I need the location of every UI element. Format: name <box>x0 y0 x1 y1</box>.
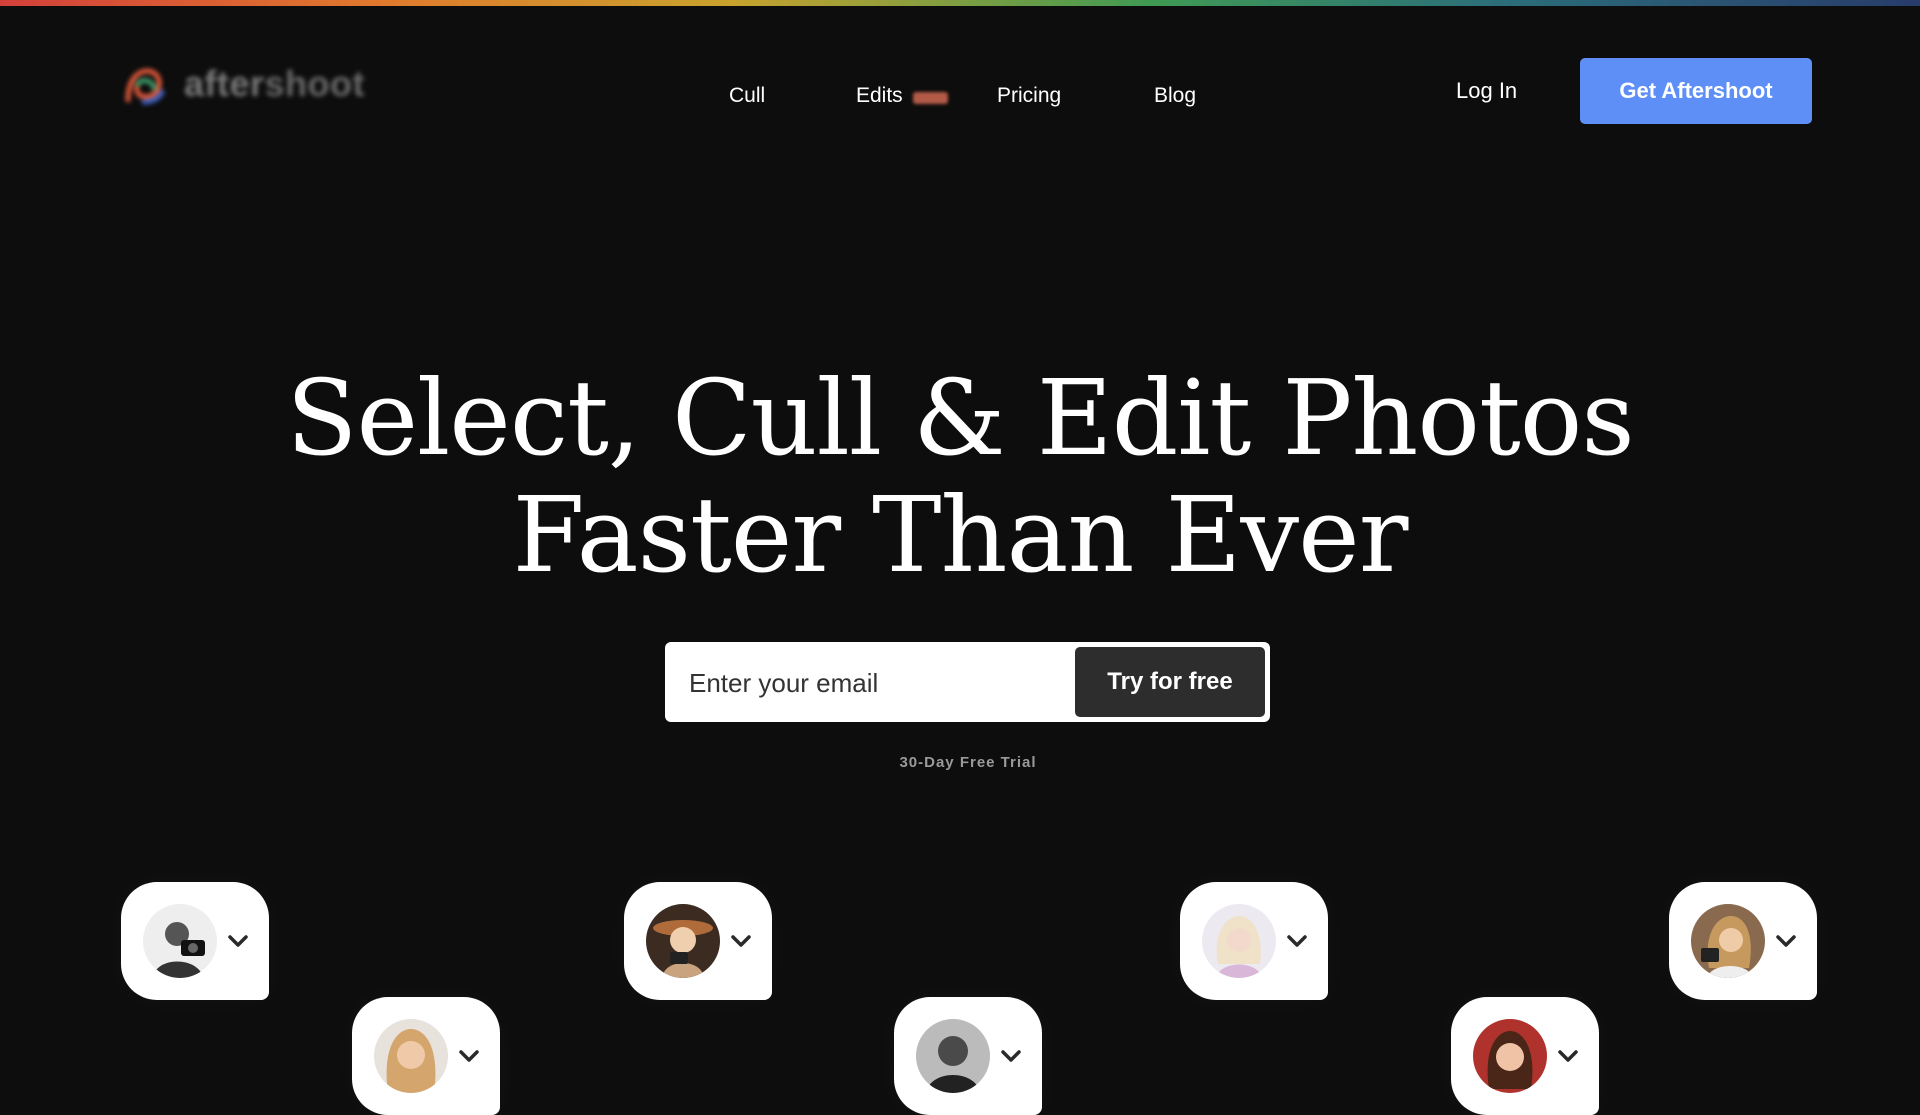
profile-card[interactable] <box>1451 997 1599 1115</box>
profile-card[interactable] <box>1669 882 1817 1000</box>
photographer-avatar-2 <box>374 1019 448 1093</box>
nav-link-blog[interactable]: Blog <box>1154 84 1196 108</box>
chevron-down-icon <box>1558 1050 1578 1062</box>
hero-title-line-2: Faster Than Ever <box>512 474 1409 596</box>
profile-card[interactable] <box>1180 882 1328 1000</box>
brand-wordmark: aftershoot <box>184 63 366 104</box>
photographer-avatar-7 <box>1691 904 1765 978</box>
photographer-avatar-6 <box>1473 1019 1547 1093</box>
top-gradient-bar <box>0 0 1920 6</box>
photographer-avatar-1 <box>143 904 217 978</box>
profile-card[interactable] <box>894 997 1042 1115</box>
trial-note: 30-Day Free Trial <box>899 754 1037 771</box>
profile-card[interactable] <box>624 882 772 1000</box>
nav-link-cull[interactable]: Cull <box>729 84 765 108</box>
login-link[interactable]: Log In <box>1456 78 1517 104</box>
photographer-avatar-5 <box>1202 904 1276 978</box>
profile-card[interactable] <box>352 997 500 1115</box>
chevron-down-icon <box>228 935 248 947</box>
brand-logo[interactable]: aftershoot <box>122 62 365 106</box>
chevron-down-icon <box>1776 935 1796 947</box>
profile-card[interactable] <box>121 882 269 1000</box>
chevron-down-icon <box>731 935 751 947</box>
photographer-avatar-4 <box>916 1019 990 1093</box>
nav-link-edits[interactable]: Edits <box>856 84 903 108</box>
edits-new-badge <box>913 92 948 104</box>
hero-title: Select, Cull & Edit Photos Faster Than E… <box>0 360 1920 594</box>
email-input[interactable] <box>687 656 1071 710</box>
logo-mark-icon <box>125 68 165 105</box>
photographer-avatar-3 <box>646 904 720 978</box>
chevron-down-icon <box>1001 1050 1021 1062</box>
nav-link-pricing[interactable]: Pricing <box>997 84 1061 108</box>
chevron-down-icon <box>459 1050 479 1062</box>
signup-form: Try for free <box>665 642 1270 722</box>
get-aftershoot-button[interactable]: Get Aftershoot <box>1580 58 1812 124</box>
chevron-down-icon <box>1287 935 1307 947</box>
try-for-free-button[interactable]: Try for free <box>1075 647 1265 717</box>
hero-title-line-1: Select, Cull & Edit Photos <box>286 357 1634 479</box>
